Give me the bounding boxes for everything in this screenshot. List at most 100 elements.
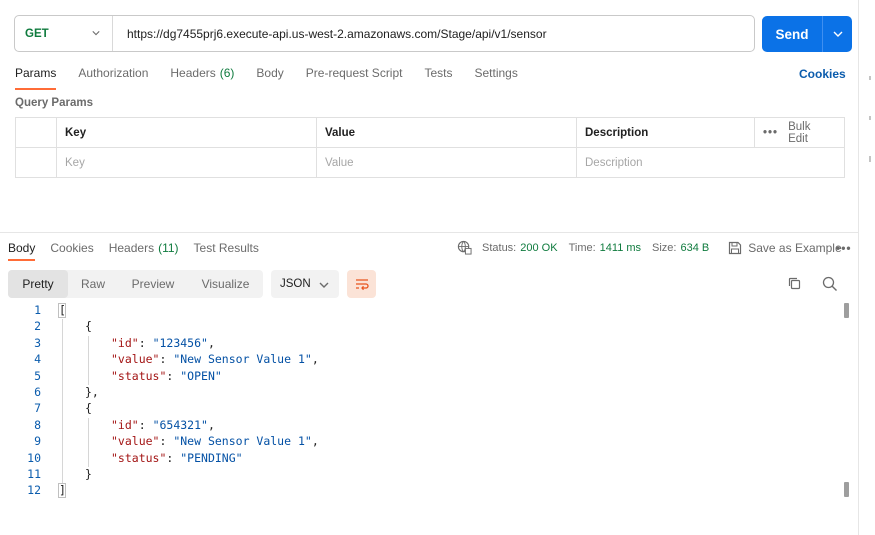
- line-number: 11: [27, 467, 41, 481]
- tab-label: Pre-request Script: [305, 66, 403, 80]
- send-label: Send: [775, 26, 809, 42]
- code-line: 3 "id": "123456",: [0, 336, 780, 352]
- json-punctuation: :: [159, 434, 174, 449]
- scrollbar-thumb-top[interactable]: [844, 303, 849, 318]
- url-input[interactable]: https://dg7455prj6.execute-api.us-west-2…: [113, 27, 547, 41]
- json-key: "status": [111, 450, 167, 465]
- response-tab-cookies[interactable]: Cookies: [50, 241, 93, 261]
- tab-pre-request-script[interactable]: Pre-request Script: [306, 66, 403, 90]
- code-text: "status": "PENDING": [111, 451, 243, 465]
- json-punctuation: {: [85, 401, 92, 416]
- code-text: },: [85, 385, 99, 399]
- status-label: Status:: [482, 241, 517, 254]
- format-tabs: Pretty Raw Preview Visualize: [8, 270, 263, 298]
- json-punctuation: ,: [207, 417, 215, 432]
- pane-divider[interactable]: [0, 232, 859, 233]
- chevron-down-icon: [92, 31, 100, 36]
- format-tab-visualize[interactable]: Visualize: [188, 270, 263, 298]
- line-number: 5: [34, 368, 41, 383]
- bulk-edit-button[interactable]: ••• Bulk Edit: [755, 118, 844, 147]
- code-line: 6},: [0, 385, 780, 401]
- json-string: "654321": [152, 417, 208, 432]
- json-punctuation: :: [166, 368, 181, 383]
- tab-tests[interactable]: Tests: [424, 66, 452, 90]
- indent-guide: [88, 417, 89, 467]
- size-value: 634 B: [680, 241, 710, 254]
- indent-guide: [88, 335, 89, 385]
- line-number: 7: [34, 401, 41, 416]
- more-icon[interactable]: •••: [763, 127, 778, 139]
- json-punctuation: ,: [311, 352, 319, 367]
- description-column-header: Description: [577, 118, 755, 147]
- code-text: {: [85, 319, 92, 333]
- code-line: 2{: [0, 319, 780, 335]
- time-value: 1411 ms: [599, 241, 642, 254]
- tab-label: Settings: [474, 66, 518, 80]
- tab-count: (6): [219, 66, 235, 80]
- tab-authorization[interactable]: Authorization: [78, 66, 148, 90]
- key-column-header: Key: [57, 118, 317, 147]
- json-punctuation: :: [138, 335, 153, 350]
- format-tab-raw[interactable]: Raw: [68, 270, 118, 298]
- json-punctuation: },: [85, 385, 99, 399]
- json-punctuation: :: [159, 352, 174, 367]
- format-tab-pretty[interactable]: Pretty: [8, 270, 68, 298]
- search-icon[interactable]: [822, 276, 838, 292]
- tab-label: Authorization: [78, 66, 149, 80]
- bulk-edit-label: Bulk Edit: [788, 120, 811, 145]
- send-button[interactable]: Send: [762, 16, 852, 52]
- json-key: "status": [111, 368, 167, 383]
- send-options-button[interactable]: [823, 29, 852, 39]
- cookies-link[interactable]: Cookies: [799, 67, 846, 81]
- line-number: 12: [27, 483, 41, 498]
- key-input[interactable]: Key: [57, 148, 317, 178]
- json-key: "id": [111, 335, 139, 350]
- response-tab-body[interactable]: Body: [8, 241, 36, 261]
- format-tab-preview[interactable]: Preview: [118, 270, 188, 298]
- copy-icon[interactable]: [787, 276, 802, 291]
- globe-icon[interactable]: [457, 240, 472, 255]
- response-tab-test-results[interactable]: Test Results: [194, 241, 259, 261]
- line-number: 9: [34, 434, 41, 449]
- line-number: 6: [34, 385, 41, 399]
- tab-settings[interactable]: Settings: [475, 66, 518, 90]
- value-column-header: Value: [317, 118, 577, 147]
- code-text: "id": "654321",: [111, 418, 215, 432]
- chevron-down-icon: [833, 31, 842, 37]
- save-as-example-button[interactable]: Save as Example: [728, 240, 842, 255]
- method-select[interactable]: GET: [15, 16, 113, 51]
- tab-headers[interactable]: Headers (6): [170, 66, 234, 90]
- code-line: 5 "status": "OPEN": [0, 369, 780, 385]
- value-input[interactable]: Value: [317, 148, 577, 178]
- more-icon[interactable]: •••: [836, 241, 852, 255]
- tab-params[interactable]: Params: [15, 66, 57, 90]
- language-select[interactable]: JSON: [271, 270, 339, 298]
- json-key: "id": [111, 417, 139, 432]
- code-line: 7{: [0, 401, 780, 417]
- bracket-match-highlight: [58, 303, 66, 318]
- json-punctuation: {: [85, 319, 92, 334]
- json-string: "New Sensor Value 1": [173, 434, 312, 449]
- query-params-table: Key Value Description ••• Bulk Edit Key …: [15, 117, 845, 178]
- save-as-example-label: Save as Example: [748, 240, 842, 255]
- line-number: 4: [34, 352, 41, 367]
- row-checkbox-cell: [16, 148, 57, 178]
- url-bar: GET https://dg7455prj6.execute-api.us-we…: [14, 15, 755, 52]
- bracket-match-highlight: [58, 483, 66, 499]
- description-input[interactable]: Description: [577, 148, 844, 178]
- checkbox-column-header: [16, 118, 57, 147]
- code-line: 4 "value": "New Sensor Value 1",: [0, 352, 780, 368]
- indent-guide: [62, 319, 63, 484]
- response-tab-headers[interactable]: Headers (11): [109, 241, 179, 261]
- scrollbar-thumb-bottom[interactable]: [844, 482, 849, 497]
- status-value: 200 OK: [520, 241, 558, 254]
- json-punctuation: :: [166, 450, 181, 465]
- tab-body[interactable]: Body: [256, 66, 283, 90]
- tab-label: Cookies: [50, 241, 94, 255]
- code-text: "id": "123456",: [111, 336, 215, 350]
- sidebar-divider: [858, 0, 859, 535]
- wrap-lines-button[interactable]: [347, 270, 376, 298]
- tab-label: Test Results: [193, 241, 259, 255]
- code-line: 8 "id": "654321",: [0, 418, 780, 434]
- tab-label: Headers: [108, 241, 155, 255]
